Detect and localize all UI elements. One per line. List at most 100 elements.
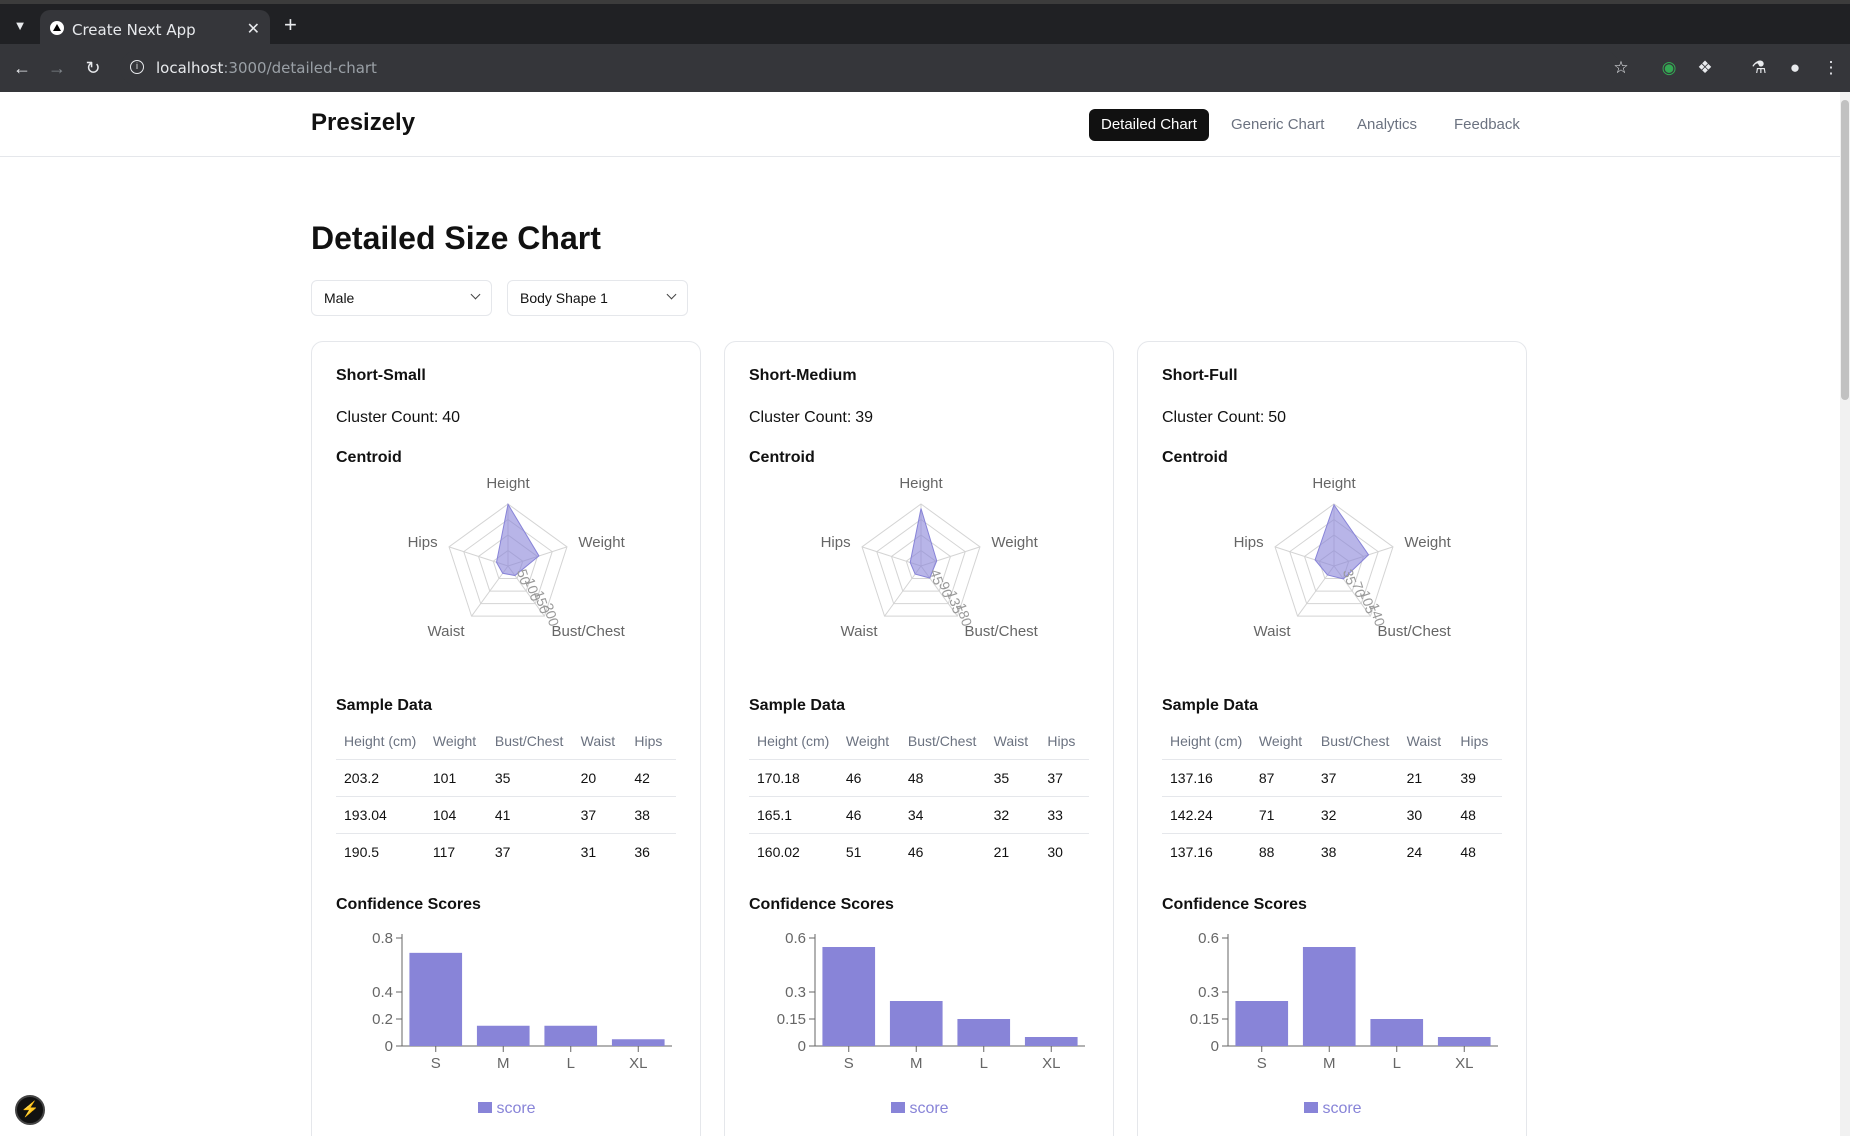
y-tick-label: 0.8: [372, 930, 393, 947]
y-tick-label: 0.3: [1198, 984, 1219, 1001]
nextjs-dev-tools-icon[interactable]: ⚡: [15, 1095, 45, 1125]
page-scrollbar[interactable]: [1840, 92, 1850, 1136]
address-bar[interactable]: i localhost:3000/detailed-chart: [120, 50, 1620, 86]
nav-detailed-chart[interactable]: Detailed Chart: [1089, 109, 1209, 141]
browser-tab[interactable]: Create Next App ✕: [40, 10, 270, 48]
bar-xl: [1024, 1037, 1078, 1046]
cluster-count-value: 39: [855, 409, 874, 426]
body-shape-select-value: Body Shape 1: [520, 290, 608, 306]
radar-axis-label: Bust/Chest: [551, 623, 625, 640]
x-tick-label: M: [1323, 1055, 1336, 1072]
confidence-scores-heading: Confidence Scores: [749, 896, 894, 913]
table-row: 165.1 46 34 32 33: [749, 796, 1089, 834]
chart-legend[interactable]: score: [725, 1100, 1115, 1118]
cluster-title: Short-Small: [336, 367, 426, 384]
radar-axis-label: Weight: [991, 534, 1038, 551]
radar-axis-label: Waist: [428, 623, 466, 640]
table-cell: 33: [1039, 796, 1089, 834]
cluster-title: Short-Medium: [749, 367, 857, 384]
table-cell: 101: [424, 759, 487, 797]
close-tab-icon[interactable]: ✕: [247, 19, 260, 39]
y-tick-label: 0.3: [785, 984, 806, 1001]
chart-legend[interactable]: score: [1138, 1100, 1528, 1118]
table-cell: 165.1: [749, 796, 838, 834]
table-cell: 21: [985, 833, 1040, 870]
reload-icon[interactable]: ↻: [81, 56, 105, 80]
table-cell: 170.18: [749, 759, 838, 797]
table-cell: 46: [899, 833, 986, 870]
radar-axis-label: Hips: [821, 534, 851, 551]
table-cell: 48: [1452, 796, 1502, 834]
nav-feedback[interactable]: Feedback: [1454, 109, 1520, 141]
tab-search-chevron-icon[interactable]: ▼: [10, 16, 30, 36]
browser-menu-kebab-icon[interactable]: ⋮: [1820, 57, 1842, 79]
table-header-row: Height (cm) Weight Bust/Chest Waist Hips: [749, 723, 1089, 760]
x-tick-label: L: [1393, 1055, 1401, 1072]
legend-swatch: [891, 1102, 906, 1113]
scrollbar-thumb[interactable]: [1841, 100, 1849, 400]
body-shape-select[interactable]: Body Shape 1: [507, 280, 688, 316]
radar-series-area: [495, 502, 540, 577]
table-cell: 32: [1312, 796, 1399, 834]
table-cell: 46: [837, 796, 900, 834]
gender-select[interactable]: Male: [311, 280, 492, 316]
sample-data-heading: Sample Data: [749, 697, 846, 714]
table-row: 142.24 71 32 30 48: [1162, 796, 1502, 834]
chart-legend[interactable]: score: [312, 1100, 702, 1118]
site-info-icon[interactable]: i: [130, 60, 144, 74]
table-cell: 21: [1398, 759, 1453, 797]
table-cell: 24: [1398, 833, 1453, 870]
grammarly-extension-icon[interactable]: ◉: [1658, 57, 1680, 79]
table-header-row: Height (cm) Weight Bust/Chest Waist Hips: [336, 723, 676, 760]
table-cell: 137.16: [1162, 759, 1251, 797]
table-cell: 46: [837, 759, 900, 797]
radar-axis-label: Weight: [578, 534, 625, 551]
bookmark-star-icon[interactable]: ☆: [1610, 57, 1632, 79]
table-cell: 104: [424, 796, 487, 834]
table-cell: 88: [1250, 833, 1313, 870]
table-cell: 37: [486, 833, 573, 870]
sample-data-table: Height (cm) Weight Bust/Chest Waist Hips 170.…: [749, 723, 1089, 870]
x-tick-label: M: [497, 1055, 510, 1072]
bar-l: [957, 1019, 1011, 1046]
bar-m: [1302, 947, 1356, 1046]
bar-s: [822, 947, 876, 1046]
nextjs-favicon-icon: [50, 21, 64, 35]
radar-axis-label: Bust/Chest: [1377, 623, 1451, 640]
centroid-heading: Centroid: [1162, 449, 1228, 466]
table-row: 203.2 101 35 20 42: [336, 759, 676, 797]
x-tick-label: S: [431, 1055, 441, 1072]
cluster-count: Cluster Count: 39: [749, 409, 874, 426]
radar-axis-label: Hips: [408, 534, 438, 551]
y-tick-label: 0: [1211, 1038, 1219, 1055]
new-tab-plus-icon[interactable]: +: [284, 14, 297, 36]
centroid-heading: Centroid: [749, 449, 815, 466]
centroid-radar-chart: HeightWeightBust/ChestWaistHips357010514…: [1234, 478, 1452, 640]
table-cell: 37: [1039, 759, 1089, 797]
nav-generic-chart[interactable]: Generic Chart: [1231, 109, 1324, 141]
back-arrow-icon[interactable]: ←: [10, 56, 34, 80]
sample-data-heading: Sample Data: [336, 697, 433, 714]
extensions-puzzle-icon[interactable]: ❖: [1694, 57, 1716, 79]
radar-tick-label: 200: [540, 601, 563, 628]
radar-axis-label: Height: [899, 478, 943, 492]
centroid-radar-chart: HeightWeightBust/ChestWaistHips459013518…: [821, 478, 1039, 640]
sample-data-table: Height (cm) Weight Bust/Chest Waist Hips 137.…: [1162, 723, 1502, 870]
table-cell: 41: [486, 796, 573, 834]
legend-swatch: [1304, 1102, 1319, 1113]
labs-flask-icon[interactable]: ⚗: [1748, 57, 1770, 79]
table-cell: 37: [572, 796, 627, 834]
table-cell: 20: [572, 759, 627, 797]
nav-analytics[interactable]: Analytics: [1357, 109, 1417, 141]
site-header: Presizely Detailed Chart Generic Chart A…: [0, 92, 1840, 157]
column-header: Bust/Chest: [1320, 733, 1390, 749]
profile-avatar-icon[interactable]: ●: [1784, 57, 1806, 79]
radar-axis-label: Height: [1312, 478, 1356, 492]
brand-logo-text[interactable]: Presizely: [311, 109, 415, 137]
radar-axis-label: Height: [486, 478, 530, 492]
table-cell: 71: [1250, 796, 1313, 834]
forward-arrow-icon[interactable]: →: [45, 56, 69, 80]
table-cell: 35: [985, 759, 1040, 797]
bar-s: [1235, 1001, 1289, 1046]
y-tick-label: 0: [385, 1038, 393, 1055]
